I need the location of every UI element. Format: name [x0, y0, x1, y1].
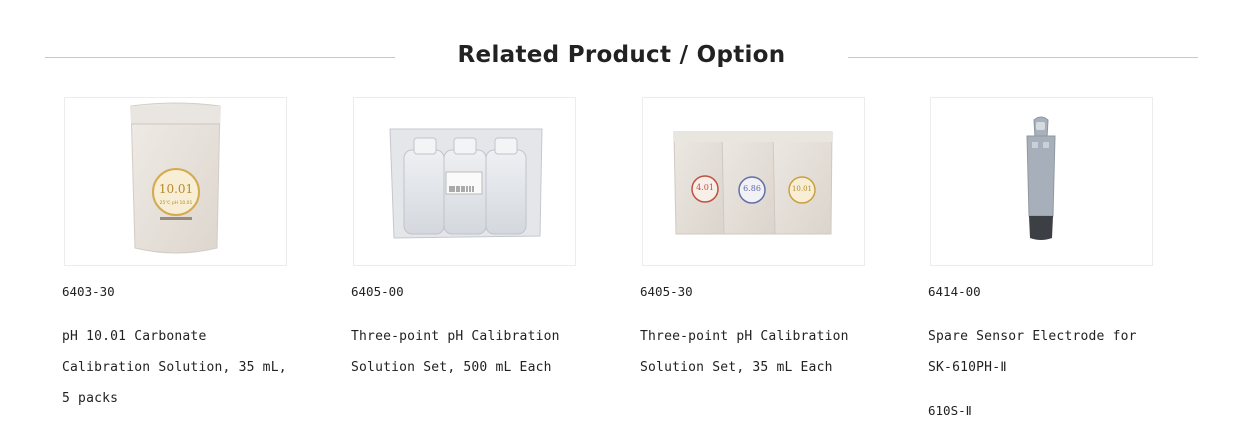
product-name[interactable]: Three-point pH Calibration Solution Set,… [351, 321, 591, 383]
pouch-label-small: 25℃ pH 10.01 [160, 200, 193, 206]
product-card[interactable]: 6414-00 Spare Sensor Electrode for SK-61… [928, 97, 1154, 418]
pouch-set-icon: 4.01 6.86 10.01 [673, 131, 833, 235]
product-card[interactable]: 4.01 6.86 10.01 6405-30 Three-point pH C… [640, 97, 866, 375]
pouch-label-value: 10.01 [792, 185, 812, 193]
product-card[interactable]: 10.01 25℃ pH 10.01 6403-30 pH 10.01 Carb… [62, 97, 288, 406]
product-code: 6405-00 [351, 284, 404, 299]
pouch-label-value: 4.01 [696, 183, 714, 192]
product-model-note: 610S-Ⅱ [928, 403, 972, 418]
product-name[interactable]: pH 10.01 Carbonate Calibration Solution,… [62, 321, 302, 414]
calibration-pouch-icon: 10.01 25℃ pH 10.01 [130, 102, 221, 254]
product-thumbnail-link[interactable] [930, 97, 1153, 266]
pouch-label-value: 10.01 [159, 182, 193, 196]
electrode-icon [1026, 116, 1056, 240]
product-thumbnail-link[interactable] [353, 97, 576, 266]
product-card[interactable]: 6405-00 Three-point pH Calibration Solut… [351, 97, 577, 375]
bottle-set-icon [389, 128, 543, 239]
product-thumbnail-link[interactable]: 10.01 25℃ pH 10.01 [64, 97, 287, 266]
product-thumbnail-link[interactable]: 4.01 6.86 10.01 [642, 97, 865, 266]
pouch-label-value: 6.86 [743, 184, 761, 193]
product-code: 6414-00 [928, 284, 981, 299]
heading-divider-left [45, 57, 395, 58]
product-name[interactable]: Three-point pH Calibration Solution Set,… [640, 321, 880, 383]
product-name[interactable]: Spare Sensor Electrode for SK-610PH-Ⅱ [928, 321, 1168, 383]
heading-divider-right [848, 57, 1198, 58]
product-code: 6405-30 [640, 284, 693, 299]
product-code: 6403-30 [62, 284, 115, 299]
section-title: Related Product / Option [457, 42, 786, 68]
related-products-section: Related Product / Option 10.01 25℃ pH 10… [0, 0, 1243, 428]
section-header: Related Product / Option [0, 36, 1243, 80]
